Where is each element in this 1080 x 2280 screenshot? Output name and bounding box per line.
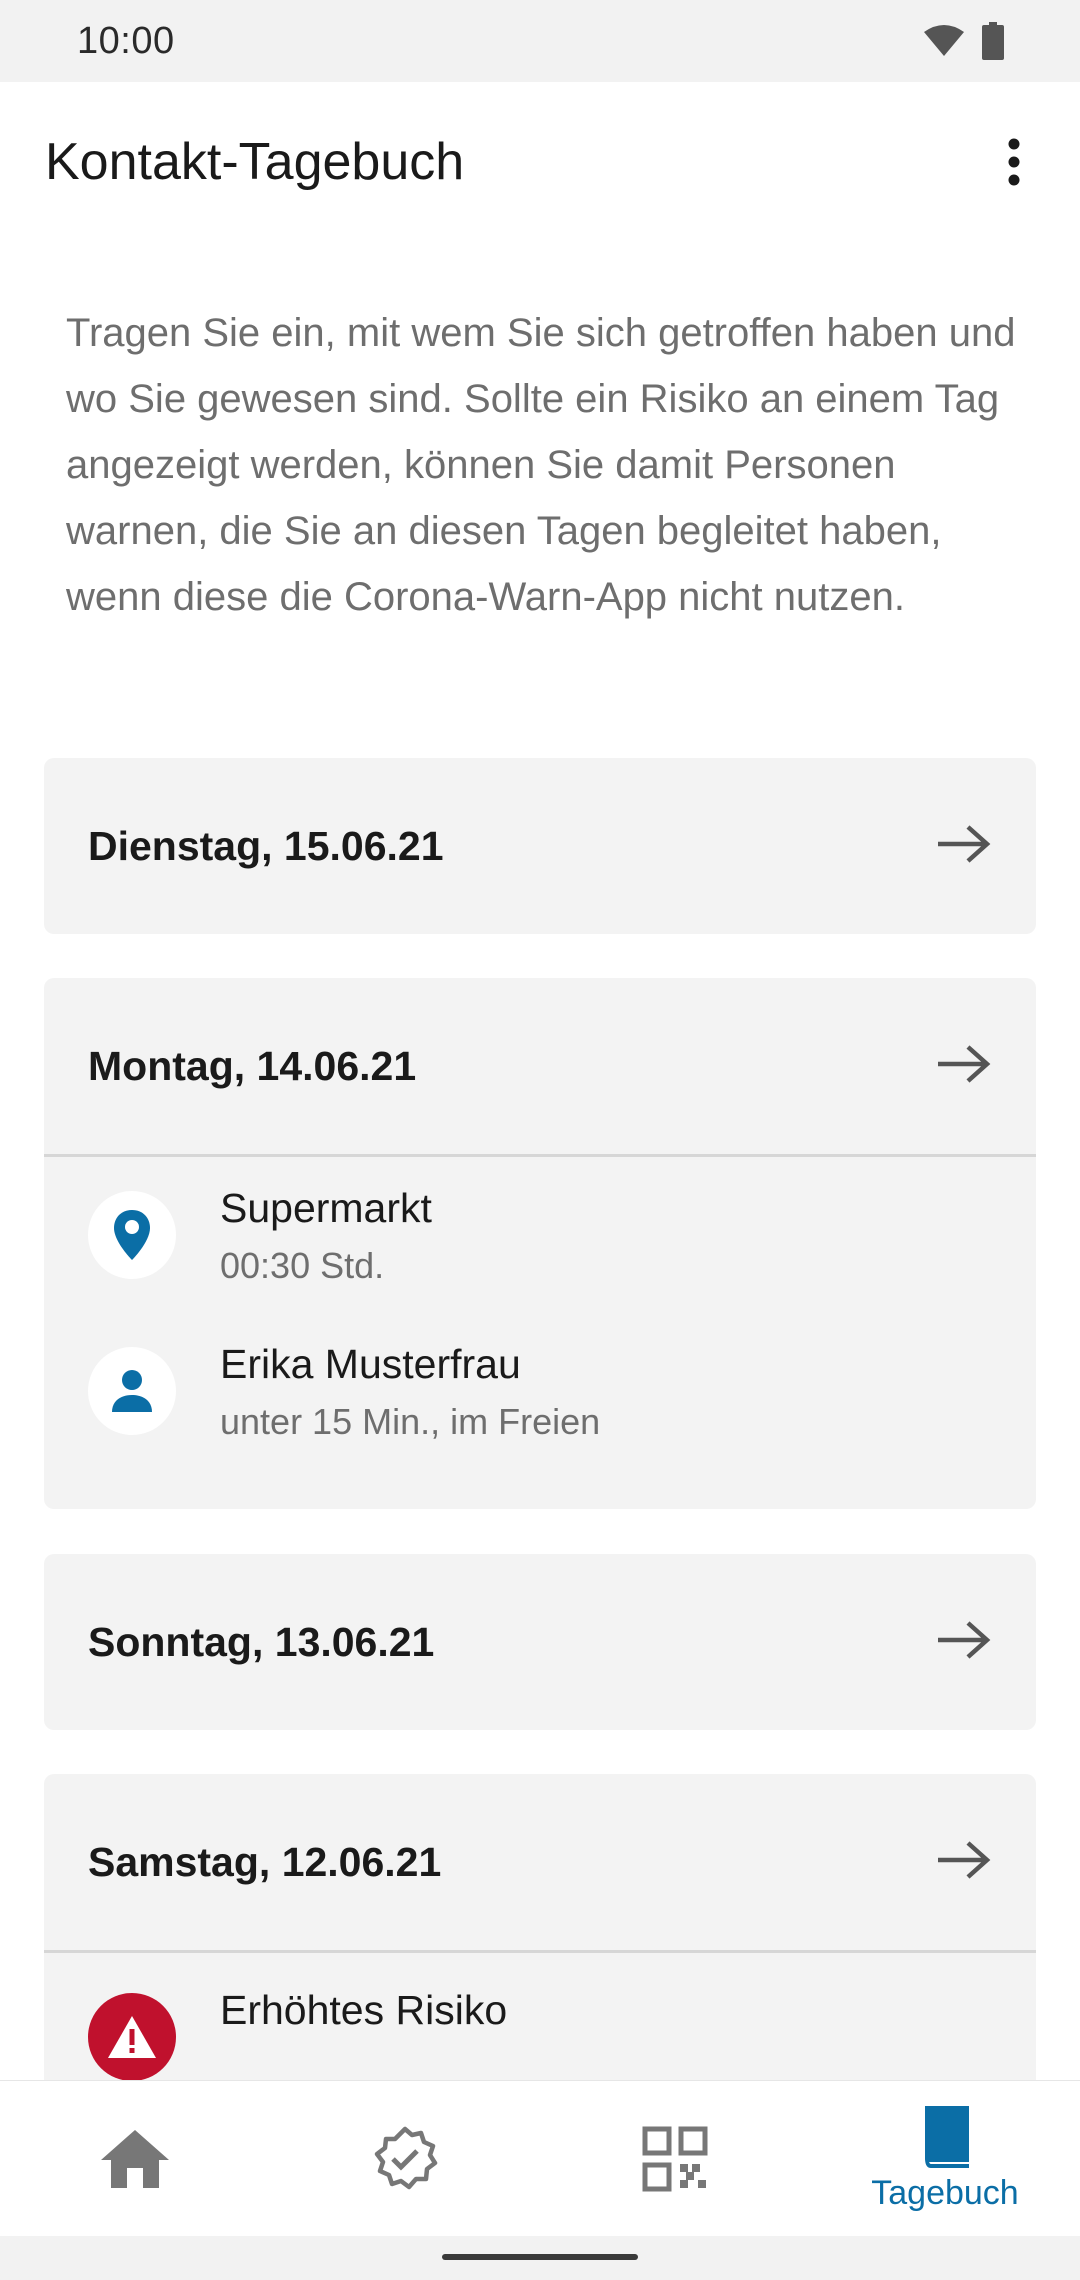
battery-icon — [982, 22, 1004, 65]
entry-detail: unter 15 Min., im Freien — [220, 1401, 601, 1442]
entry-name: Erhöhtes Risiko — [220, 1987, 508, 2033]
nav-qr-scanner[interactable] — [540, 2081, 810, 2236]
location-avatar — [88, 1191, 176, 1279]
list-item: Erika Musterfrau unter 15 Min., im Freie… — [44, 1313, 1036, 1469]
day-header[interactable]: Samstag, 12.06.21 — [44, 1774, 1036, 1950]
person-icon — [112, 1370, 152, 1412]
status-time: 10:00 — [77, 20, 175, 62]
qr-code-icon — [642, 2126, 708, 2191]
arrow-right-icon — [936, 824, 992, 869]
entry-name: Supermarkt — [220, 1185, 432, 1231]
certificate-check-icon — [374, 2126, 438, 2189]
book-icon — [925, 2106, 969, 2168]
wifi-icon — [924, 24, 964, 63]
nav-home[interactable] — [0, 2081, 270, 2236]
warning-icon — [108, 2016, 156, 2058]
location-pin-icon — [114, 1210, 150, 1260]
home-icon — [101, 2129, 169, 2188]
day-date: Dienstag, 15.06.21 — [88, 822, 444, 869]
nav-diary[interactable]: Tagebuch — [810, 2081, 1080, 2236]
day-header[interactable]: Dienstag, 15.06.21 — [44, 758, 1036, 934]
status-bar: 10:00 — [0, 0, 1080, 82]
page-title: Kontakt-Tagebuch — [45, 133, 465, 191]
day-card[interactable]: Sonntag, 13.06.21 — [44, 1554, 1036, 1730]
arrow-right-icon — [936, 1620, 992, 1665]
day-date: Samstag, 12.06.21 — [88, 1838, 442, 1885]
status-icons — [924, 22, 1004, 65]
more-vert-icon — [1008, 138, 1020, 186]
day-date: Montag, 14.06.21 — [88, 1042, 417, 1089]
entry-detail: 00:30 Std. — [220, 1245, 385, 1286]
day-card[interactable]: Montag, 14.06.21 Supermarkt 00:30 Std. E… — [44, 978, 1036, 1509]
list-item: Supermarkt 00:30 Std. — [44, 1157, 1036, 1313]
bottom-navigation: Tagebuch — [0, 2080, 1080, 2236]
intro-text: Tragen Sie ein, mit wem Sie sich getroff… — [66, 311, 1016, 619]
gesture-area — [0, 2236, 1080, 2280]
list-item: Erhöhtes Risiko — [44, 1953, 1036, 2080]
day-date: Sonntag, 13.06.21 — [88, 1618, 435, 1665]
day-header[interactable]: Sonntag, 13.06.21 — [44, 1554, 1036, 1730]
nav-diary-label: Tagebuch — [871, 2174, 1019, 2212]
person-avatar — [88, 1347, 176, 1435]
arrow-right-icon — [936, 1044, 992, 1089]
app-bar: Kontakt-Tagebuch — [0, 82, 1080, 242]
nav-certificates[interactable] — [270, 2081, 540, 2236]
risk-avatar — [88, 1993, 176, 2080]
day-header[interactable]: Montag, 14.06.21 — [44, 978, 1036, 1154]
entry-name: Erika Musterfrau — [220, 1341, 521, 1387]
day-card[interactable]: Dienstag, 15.06.21 — [44, 758, 1036, 934]
arrow-right-icon — [936, 1840, 992, 1885]
gesture-handle[interactable] — [442, 2254, 638, 2260]
day-card[interactable]: Samstag, 12.06.21 Erhöhtes Risiko — [44, 1774, 1036, 2080]
overflow-menu-button[interactable] — [984, 132, 1044, 192]
